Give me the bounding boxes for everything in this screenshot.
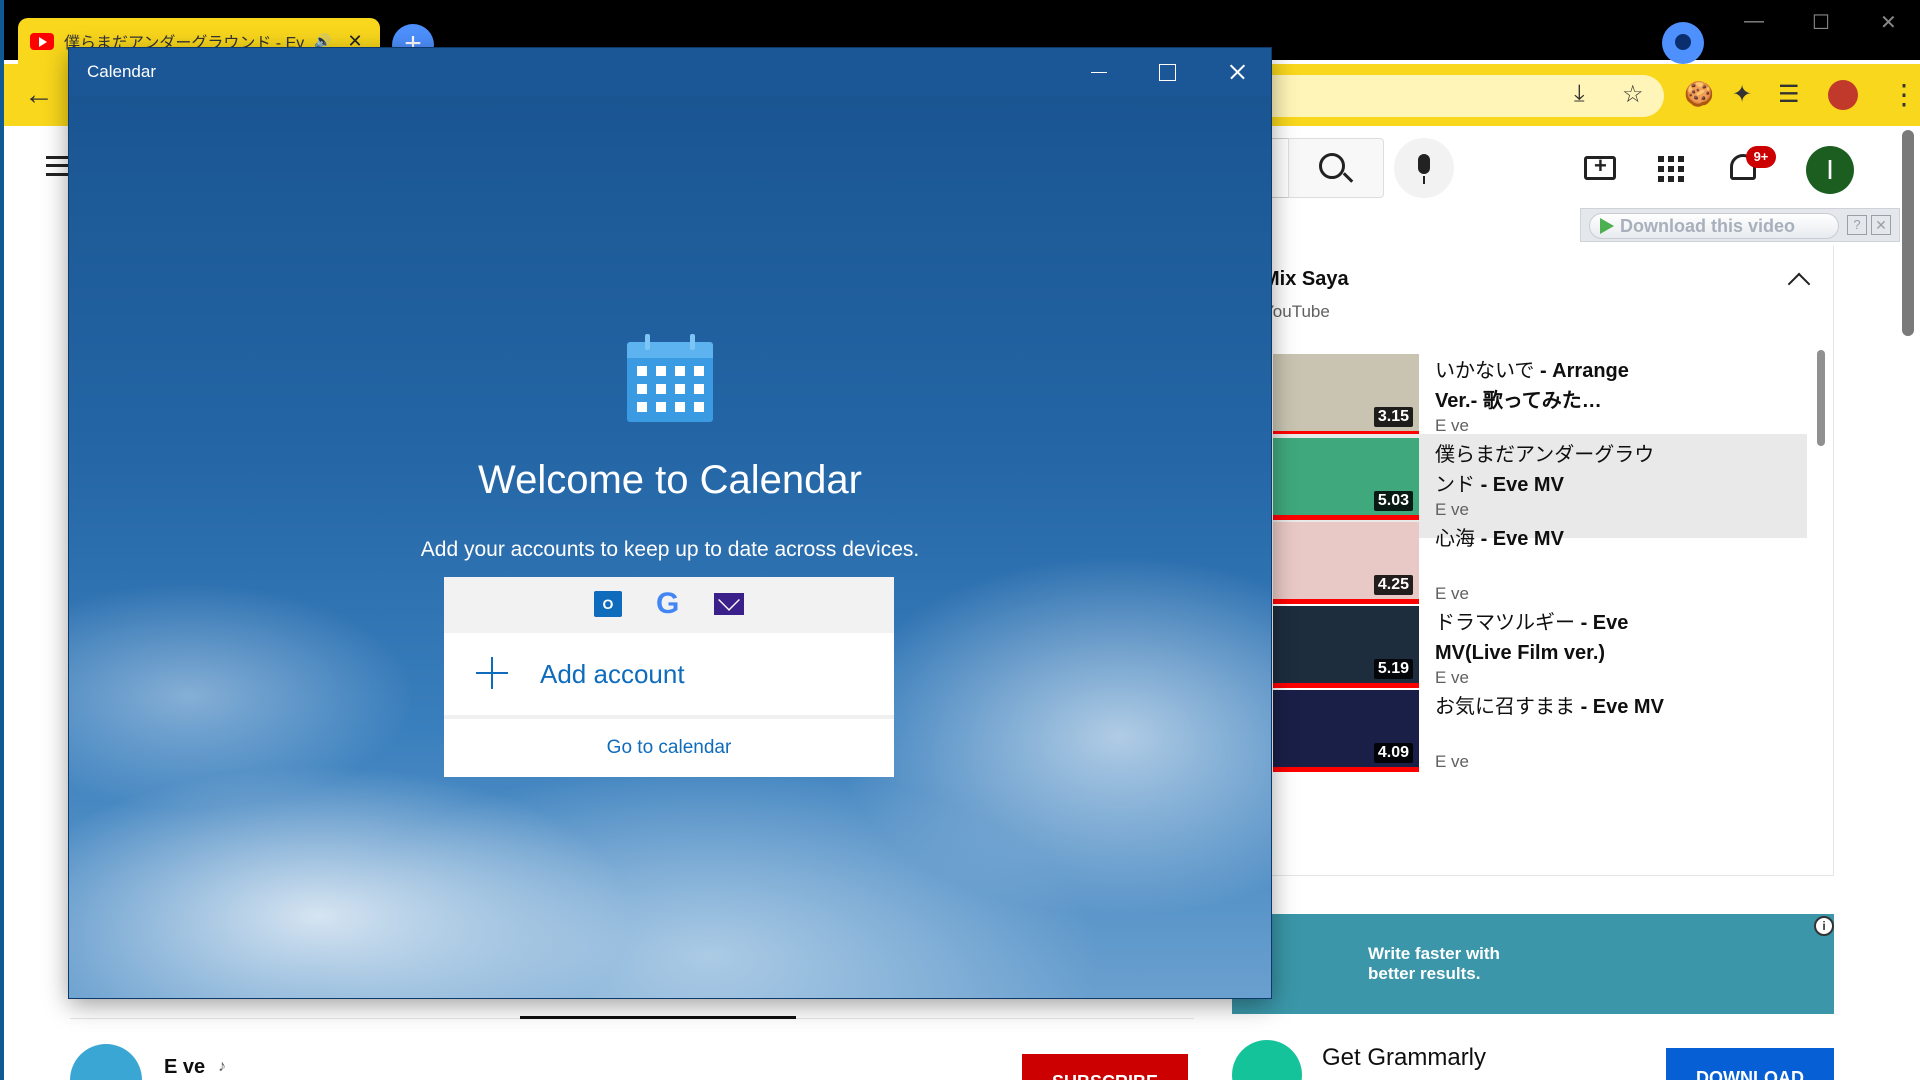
address-bar[interactable] <box>1254 75 1664 117</box>
calendar-app-window: Calendar Welcome to Calendar Add your ac… <box>69 48 1271 998</box>
chrome-profile-icon[interactable] <box>1662 22 1704 64</box>
video-thumbnail: 5.19 <box>1273 606 1419 688</box>
video-title: 僕らまだアンダーグラウンド - Eve MV <box>1435 440 1665 500</box>
subscribe-button[interactable]: SUBSCRIBE <box>1022 1054 1188 1080</box>
video-title-main: ドラマツルギー <box>1435 612 1575 634</box>
search-icon <box>1319 153 1345 179</box>
browser-close-icon[interactable]: ✕ <box>1880 10 1897 35</box>
profile-avatar-icon[interactable] <box>1828 80 1858 110</box>
video-thumbnail: 3.15 <box>1273 354 1419 436</box>
youtube-favicon-icon <box>30 32 54 50</box>
calendar-window-title: Calendar <box>87 62 156 81</box>
playlist-panel: Mix Saya YouTube 3.15 いかないで - Arrange Ver… <box>1232 246 1834 876</box>
search-input[interactable] <box>1270 138 1290 198</box>
advertiser-name[interactable]: Get Grammarly <box>1322 1044 1486 1072</box>
back-arrow-icon[interactable]: ← <box>24 78 54 112</box>
install-app-icon[interactable]: ⤓ <box>1574 80 1585 108</box>
page-scrollbar[interactable] <box>1902 130 1914 336</box>
video-title-main: 心海 <box>1435 528 1475 550</box>
notification-count-badge: 9+ <box>1746 146 1776 168</box>
video-channel: E ve <box>1435 584 1470 603</box>
video-duration: 4.09 <box>1373 743 1413 763</box>
music-note-icon: ♪ <box>218 1058 226 1075</box>
video-thumbnail: 4.25 <box>1273 522 1419 604</box>
video-duration: 5.03 <box>1373 491 1413 511</box>
extensions-puzzle-icon[interactable]: ✦ <box>1732 80 1752 109</box>
bookmark-star-icon[interactable]: ☆ <box>1622 80 1644 109</box>
video-title: ドラマツルギー - Eve MV(Live Film ver.) <box>1435 608 1665 668</box>
video-thumbnail: 5.03 <box>1273 438 1419 520</box>
video-progress-indicator <box>520 1016 796 1019</box>
google-icon: G <box>656 587 680 620</box>
video-title: お気に召すまま - Eve MV <box>1435 692 1665 722</box>
video-title-main: いかないで <box>1435 360 1535 382</box>
add-account-label: Add account <box>540 659 685 689</box>
browser-minimize-icon[interactable]: — <box>1744 10 1764 33</box>
video-title: 心海 - Eve MV <box>1435 524 1665 554</box>
account-provider-icons: O G <box>444 577 894 633</box>
video-title-suffix: - Eve MV <box>1580 696 1664 718</box>
ad-banner-text: Write faster with better results. <box>1368 944 1500 983</box>
ad-info-icon[interactable]: i <box>1814 916 1834 936</box>
collapse-chevron-icon[interactable] <box>1787 272 1811 296</box>
ad-download-button[interactable]: DOWNLOAD <box>1666 1048 1834 1080</box>
browser-maximize-icon[interactable]: ☐ <box>1812 10 1830 35</box>
playlist-subtitle: YouTube <box>1263 302 1330 321</box>
video-duration: 4.25 <box>1373 575 1413 595</box>
search-button[interactable] <box>1288 138 1384 198</box>
microphone-icon <box>1418 154 1430 184</box>
audio-playing-icon[interactable]: 🔊 <box>314 33 331 50</box>
calendar-maximize-icon[interactable] <box>1133 48 1201 96</box>
video-thumbnail: 4.09 <box>1273 690 1419 772</box>
welcome-subtitle: Add your accounts to keep up to date acr… <box>420 538 920 561</box>
create-video-icon[interactable] <box>1584 153 1616 180</box>
video-channel: E ve <box>1435 416 1470 435</box>
apps-grid-icon[interactable] <box>1658 156 1684 182</box>
download-help-button[interactable]: ? <box>1847 215 1867 235</box>
calendar-minimize-icon[interactable] <box>1065 48 1133 96</box>
account-setup-card: O G Add account Go to calendar <box>444 577 894 777</box>
voice-search-button[interactable] <box>1394 138 1454 198</box>
ad-banner-image[interactable]: Write faster with better results. <box>1232 914 1834 1014</box>
video-title-suffix: - Eve MV <box>1480 528 1564 550</box>
video-channel: E ve <box>1435 668 1470 687</box>
video-duration: 5.19 <box>1373 659 1413 679</box>
calendar-titlebar[interactable]: Calendar <box>69 48 1271 96</box>
download-video-button[interactable]: Download this video <box>1589 213 1839 239</box>
playlist-title: Mix Saya <box>1263 268 1349 290</box>
video-channel: E ve <box>1435 752 1470 771</box>
plus-icon <box>476 657 508 689</box>
outlook-icon: O <box>594 591 622 617</box>
watched-progress-bar <box>1273 767 1419 772</box>
download-close-button[interactable]: ✕ <box>1871 215 1891 235</box>
video-title-suffix: - Eve MV <box>1480 474 1564 496</box>
calendar-app-icon <box>627 334 713 422</box>
channel-name[interactable]: E ve <box>164 1056 205 1079</box>
play-triangle-icon <box>1600 218 1614 234</box>
calendar-close-icon[interactable] <box>1203 48 1271 96</box>
more-menu-icon[interactable]: ⋮ <box>1890 78 1918 111</box>
download-video-label: Download this video <box>1620 215 1796 236</box>
download-video-bar: Download this video ? ✕ <box>1580 208 1900 242</box>
video-channel: E ve <box>1435 500 1470 519</box>
add-account-button[interactable]: Add account <box>444 633 894 719</box>
video-title: いかないで - Arrange Ver.- 歌ってみた… <box>1435 356 1665 416</box>
video-duration: 3.15 <box>1373 407 1413 427</box>
mail-icon <box>714 593 744 615</box>
video-title-main: お気に召すまま <box>1435 696 1575 718</box>
media-queue-icon[interactable]: ☰ <box>1778 80 1800 109</box>
welcome-heading: Welcome to Calendar <box>478 458 862 502</box>
playlist-item[interactable]: 4.09 お気に召すまま - Eve MV E ve <box>1273 686 1807 790</box>
playlist-scrollbar[interactable] <box>1817 350 1825 446</box>
calendar-welcome-background: Welcome to Calendar Add your accounts to… <box>69 96 1271 998</box>
go-to-calendar-link[interactable]: Go to calendar <box>444 723 894 777</box>
cookie-extension-icon[interactable]: 🍪 <box>1684 80 1714 109</box>
user-avatar[interactable]: I <box>1806 146 1854 194</box>
